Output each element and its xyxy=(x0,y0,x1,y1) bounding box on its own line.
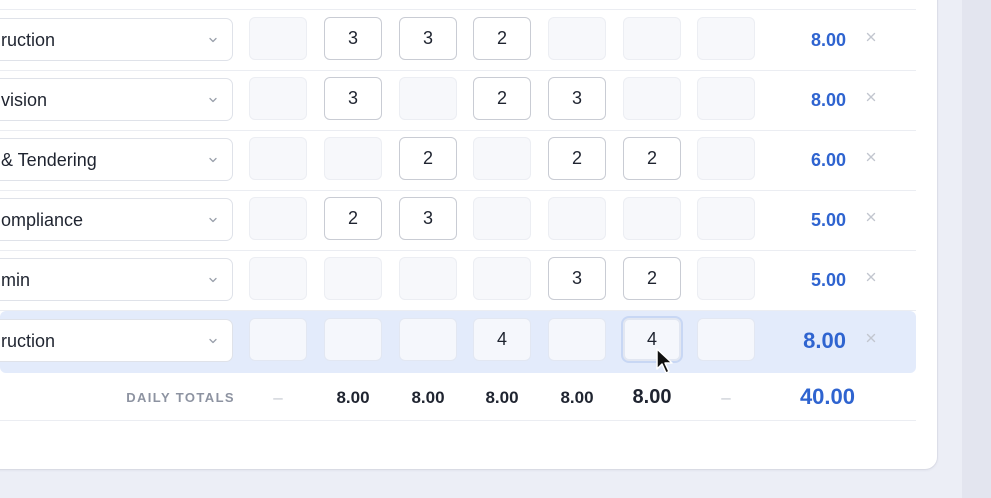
hours-input-wed[interactable] xyxy=(399,77,457,120)
hours-input-sat[interactable] xyxy=(623,197,681,240)
hours-input-tue[interactable]: 2 xyxy=(324,197,382,240)
daily-total-tue: 8.00 xyxy=(336,388,370,407)
chevron-down-icon xyxy=(208,333,218,344)
hours-input-fri[interactable]: 3 xyxy=(548,77,606,120)
hours-input-sun[interactable] xyxy=(697,257,755,300)
project-select[interactable]: ompliance xyxy=(0,198,233,241)
project-select[interactable]: vision xyxy=(0,78,233,121)
project-select-label: vision xyxy=(1,90,48,110)
hours-input-tue[interactable]: 3 xyxy=(324,17,382,60)
hours-input-thu[interactable] xyxy=(473,197,531,240)
close-icon[interactable] xyxy=(864,331,878,345)
row-total: 8.00 xyxy=(810,90,846,110)
timesheet-row: ruction 4 4 8.00 xyxy=(0,311,916,373)
project-select-label: min xyxy=(1,270,31,290)
hours-input-mon[interactable] xyxy=(249,257,307,300)
project-select-label: ruction xyxy=(1,30,56,50)
hours-input-fri[interactable]: 2 xyxy=(548,137,606,180)
daily-totals-row: DAILY TOTALS – 8.00 8.00 8.00 8.00 8.00 … xyxy=(0,371,916,421)
row-total: 8.00 xyxy=(810,30,846,50)
daily-total-mon: – xyxy=(273,388,283,407)
row-total: 6.00 xyxy=(810,150,846,170)
hours-input-fri[interactable] xyxy=(548,318,606,361)
project-select[interactable]: ruction xyxy=(0,18,233,61)
timesheet-row: ompliance 2 3 5.00 xyxy=(0,190,916,251)
hours-input-sat[interactable] xyxy=(623,77,681,120)
chevron-down-icon xyxy=(208,92,218,103)
timesheet-row: min 3 2 5.00 xyxy=(0,250,916,311)
timesheet-grid: ruction 3 3 2 8.00 vision 3 2 3 8.00 & Tendering 2 2… xyxy=(0,0,937,469)
daily-total-fri: 8.00 xyxy=(560,388,594,407)
hours-input-tue[interactable] xyxy=(324,318,382,361)
project-select[interactable]: ruction xyxy=(0,319,233,362)
hours-input-mon[interactable] xyxy=(249,77,307,120)
daily-total-wed: 8.00 xyxy=(411,388,445,407)
hours-input-tue[interactable]: 3 xyxy=(324,77,382,120)
hours-input-mon[interactable] xyxy=(249,17,307,60)
hours-input-mon[interactable] xyxy=(249,137,307,180)
project-select-label: ruction xyxy=(1,331,56,351)
timesheet-row: vision 3 2 3 8.00 xyxy=(0,70,916,131)
row-total: 5.00 xyxy=(810,270,846,290)
close-icon[interactable] xyxy=(864,270,878,284)
hours-input-mon[interactable] xyxy=(249,318,307,361)
chevron-down-icon xyxy=(208,272,218,283)
close-icon[interactable] xyxy=(864,210,878,224)
hours-input-sat[interactable]: 2 xyxy=(623,257,681,300)
mouse-pointer-icon xyxy=(656,348,673,374)
hours-input-thu[interactable] xyxy=(473,257,531,300)
hours-input-fri[interactable] xyxy=(548,17,606,60)
hours-input-fri[interactable]: 3 xyxy=(548,257,606,300)
hours-input-tue[interactable] xyxy=(324,257,382,300)
hours-input-sun[interactable] xyxy=(697,17,755,60)
daily-total-sat: 8.00 xyxy=(632,386,672,408)
row-total: 8.00 xyxy=(803,328,846,353)
hours-input-wed[interactable]: 3 xyxy=(399,17,457,60)
hours-input-mon[interactable] xyxy=(249,197,307,240)
chevron-down-icon xyxy=(208,152,218,163)
close-icon[interactable] xyxy=(864,30,878,44)
hours-input-sat[interactable] xyxy=(623,17,681,60)
page-background-strip xyxy=(962,0,991,498)
daily-total-thu: 8.00 xyxy=(485,388,519,407)
hours-input-sun[interactable] xyxy=(697,137,755,180)
hours-input-wed[interactable] xyxy=(399,257,457,300)
timesheet-card: ruction 3 3 2 8.00 vision 3 2 3 8.00 & Tendering 2 2… xyxy=(0,0,937,469)
hours-input-thu[interactable]: 4 xyxy=(473,318,531,361)
hours-input-sun[interactable] xyxy=(697,197,755,240)
hours-input-sun[interactable] xyxy=(697,77,755,120)
chevron-down-icon xyxy=(208,212,218,223)
hours-input-thu[interactable]: 2 xyxy=(473,17,531,60)
hours-input-sat[interactable]: 2 xyxy=(623,137,681,180)
project-select-label: & Tendering xyxy=(1,150,97,170)
daily-total-sun: – xyxy=(721,388,731,407)
grand-total: 40.00 xyxy=(799,384,855,409)
project-select[interactable]: min xyxy=(0,258,233,301)
chevron-down-icon xyxy=(208,32,218,43)
close-icon[interactable] xyxy=(864,150,878,164)
timesheet-row: ruction 3 3 2 8.00 xyxy=(0,10,916,71)
hours-input-thu[interactable] xyxy=(473,137,531,180)
row-total: 5.00 xyxy=(810,210,846,230)
timesheet-row: & Tendering 2 2 2 6.00 xyxy=(0,130,916,191)
project-select[interactable]: & Tendering xyxy=(0,138,233,181)
daily-totals-label: DAILY TOTALS xyxy=(126,390,235,405)
hours-input-wed[interactable]: 3 xyxy=(399,197,457,240)
hours-input-tue[interactable] xyxy=(324,137,382,180)
hours-input-wed[interactable] xyxy=(399,318,457,361)
hours-input-fri[interactable] xyxy=(548,197,606,240)
close-icon[interactable] xyxy=(864,90,878,104)
project-select-label: ompliance xyxy=(1,210,84,230)
hours-input-sun[interactable] xyxy=(697,318,755,361)
hours-input-thu[interactable]: 2 xyxy=(473,77,531,120)
hours-input-wed[interactable]: 2 xyxy=(399,137,457,180)
